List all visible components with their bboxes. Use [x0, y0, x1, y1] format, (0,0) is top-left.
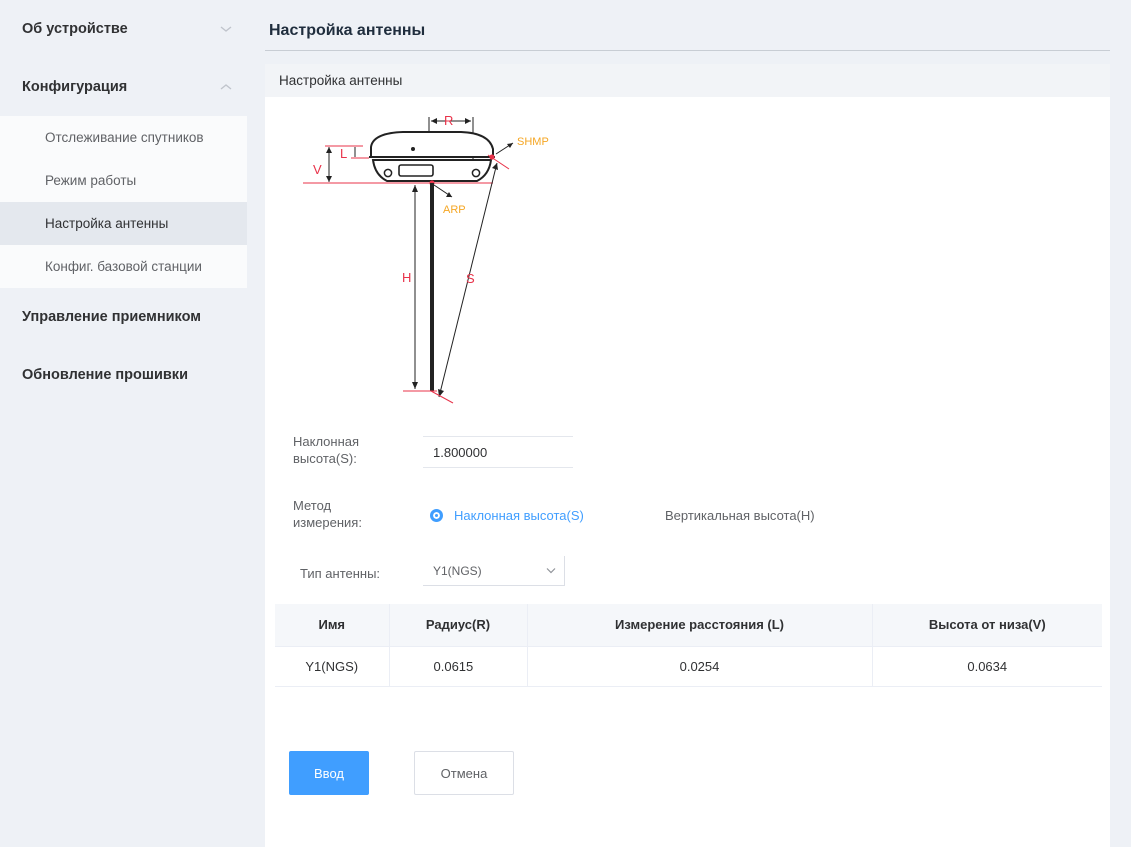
section-header: Настройка антенны	[265, 64, 1110, 97]
sidebar-group-config[interactable]: Конфигурация	[0, 58, 247, 116]
sidebar-group-label: Обновление прошивки	[22, 367, 188, 383]
section-title: Настройка антенны	[279, 73, 403, 88]
chevron-up-icon	[220, 84, 232, 90]
table-header-distance: Измерение расстояния (L)	[526, 604, 872, 647]
submit-button[interactable]: Ввод	[289, 751, 369, 795]
table-header-name: Имя	[275, 604, 389, 647]
sidebar-item-work-mode[interactable]: Режим работы	[0, 159, 247, 202]
chevron-down-icon	[220, 26, 232, 32]
sidebar: Об устройстве Конфигурация Отслеживание …	[0, 0, 247, 847]
title-divider	[265, 50, 1110, 51]
sidebar-config-submenu: Отслеживание спутников Режим работы Наст…	[0, 116, 247, 288]
table-header-radius: Радиус(R)	[388, 604, 527, 647]
method-label-line1: Метод	[293, 498, 332, 513]
radio-slant-height[interactable]: Наклонная высота(S)	[430, 508, 584, 523]
radio-vertical-height[interactable]: Вертикальная высота(H)	[665, 508, 815, 523]
diagram-label-r: R	[444, 113, 453, 128]
sidebar-group-about[interactable]: Об устройстве	[0, 0, 247, 58]
table-cell: 0.0615	[388, 646, 527, 687]
table-header-bottom-height: Высота от низа(V)	[871, 604, 1102, 647]
sidebar-item-satellite-tracking[interactable]: Отслеживание спутников	[0, 116, 247, 159]
main-content: Настройка антенны Настройка антенны R V …	[247, 0, 1131, 847]
sidebar-item-label: Конфиг. базовой станции	[45, 259, 202, 274]
sidebar-group-label: Об устройстве	[22, 21, 128, 37]
radio-vertical-height-label: Вертикальная высота(H)	[665, 508, 815, 523]
sidebar-group-label: Управление приемником	[22, 309, 201, 325]
sidebar-group-firmware-update[interactable]: Обновление прошивки	[0, 346, 247, 404]
sidebar-item-antenna-settings[interactable]: Настройка антенны	[0, 202, 247, 245]
antenna-settings-panel: R V L SHMP ARP H S Наклонная высота(S): …	[265, 97, 1110, 847]
cancel-button[interactable]: Отмена	[414, 751, 514, 795]
diagram-label-h: H	[402, 270, 411, 285]
slant-height-label: Наклонная высота(S):	[293, 433, 359, 467]
sidebar-group-receiver-control[interactable]: Управление приемником	[0, 288, 247, 346]
table-cell: Y1(NGS)	[275, 646, 389, 687]
sidebar-item-label: Настройка антенны	[45, 216, 169, 231]
antenna-diagram: R V L SHMP ARP H S	[303, 113, 549, 404]
method-label: Метод измерения:	[293, 497, 362, 531]
table-row: Y1(NGS) 0.0615 0.0254 0.0634	[275, 646, 1102, 687]
sidebar-group-label: Конфигурация	[22, 79, 128, 95]
sidebar-item-base-station-config[interactable]: Конфиг. базовой станции	[0, 245, 247, 288]
page-title: Настройка антенны	[269, 22, 426, 39]
diagram-label-s: S	[466, 271, 475, 286]
table-cell: 0.0634	[871, 646, 1102, 687]
chevron-down-icon	[546, 568, 556, 574]
radio-slant-height-label: Наклонная высота(S)	[454, 508, 584, 523]
diagram-label-arp: ARP	[443, 204, 466, 216]
diagram-label-shmp: SHMP	[517, 136, 549, 148]
table-header-row: Имя Радиус(R) Измерение расстояния (L) В…	[275, 604, 1102, 647]
radio-checked-icon	[430, 509, 443, 522]
slant-height-field	[423, 436, 573, 468]
sidebar-item-label: Режим работы	[45, 173, 137, 188]
table-cell: 0.0254	[526, 646, 872, 687]
antenna-type-label: Тип антенны:	[300, 566, 381, 581]
antenna-type-value: Y1(NGS)	[433, 563, 482, 578]
slant-height-input[interactable]	[423, 437, 573, 467]
slant-height-label-line1: Наклонная	[293, 434, 360, 449]
antenna-type-select[interactable]: Y1(NGS)	[423, 556, 565, 586]
diagram-label-l: L	[340, 146, 347, 161]
sidebar-item-label: Отслеживание спутников	[45, 130, 204, 145]
antenna-params-table: Имя Радиус(R) Измерение расстояния (L) В…	[275, 604, 1102, 687]
method-label-line2: измерения:	[293, 515, 362, 530]
slant-height-label-line2: высота(S):	[293, 451, 357, 466]
diagram-label-v: V	[313, 162, 322, 177]
